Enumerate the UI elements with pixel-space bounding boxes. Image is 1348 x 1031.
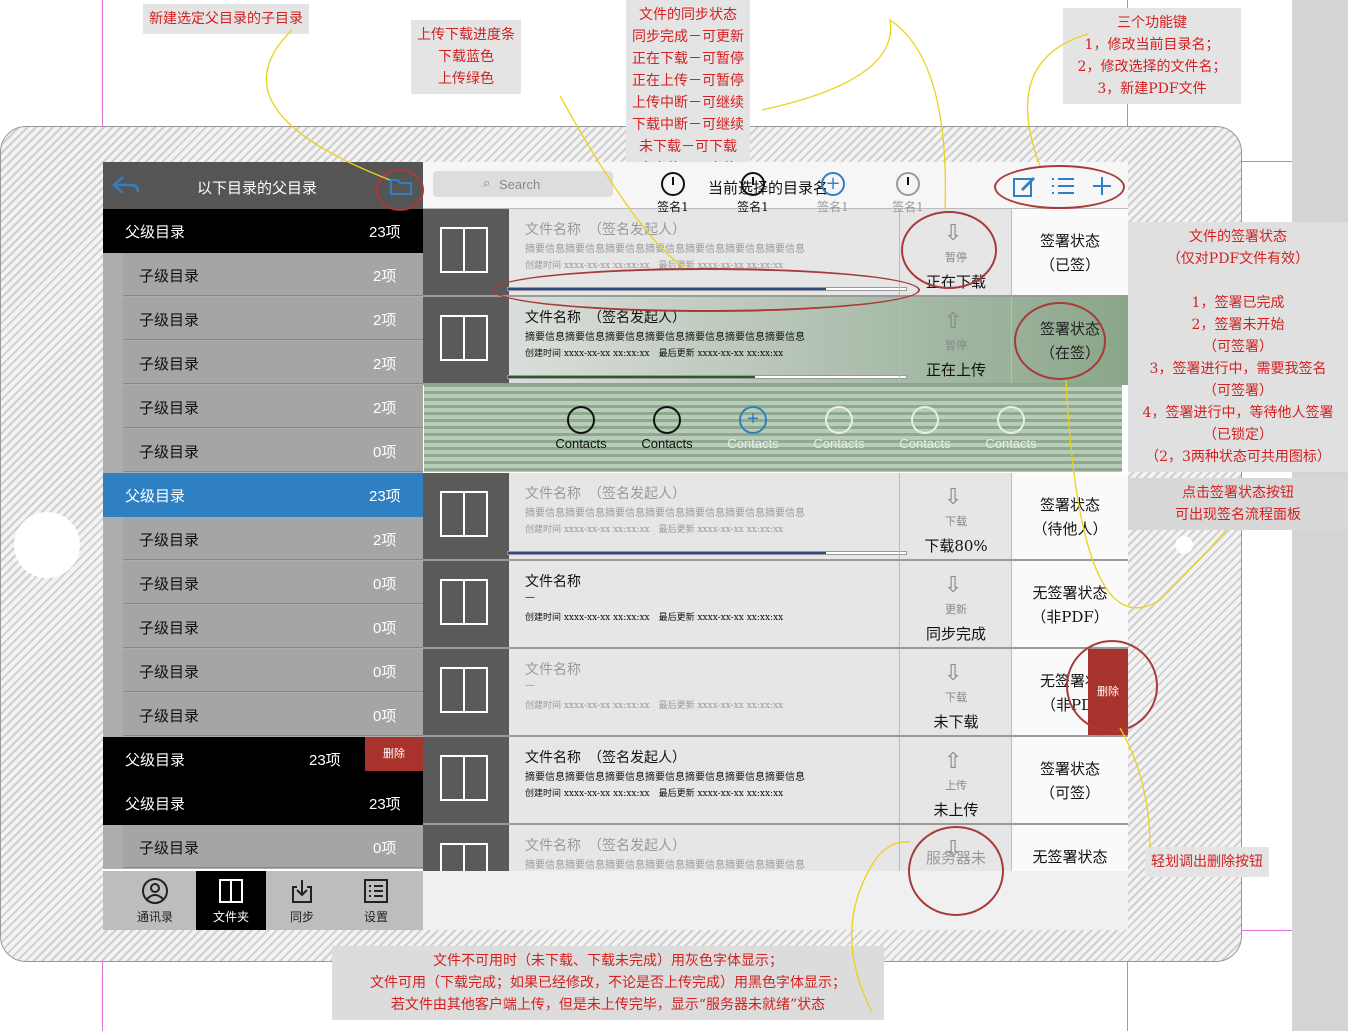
connector-lines [265,18,1227,1013]
